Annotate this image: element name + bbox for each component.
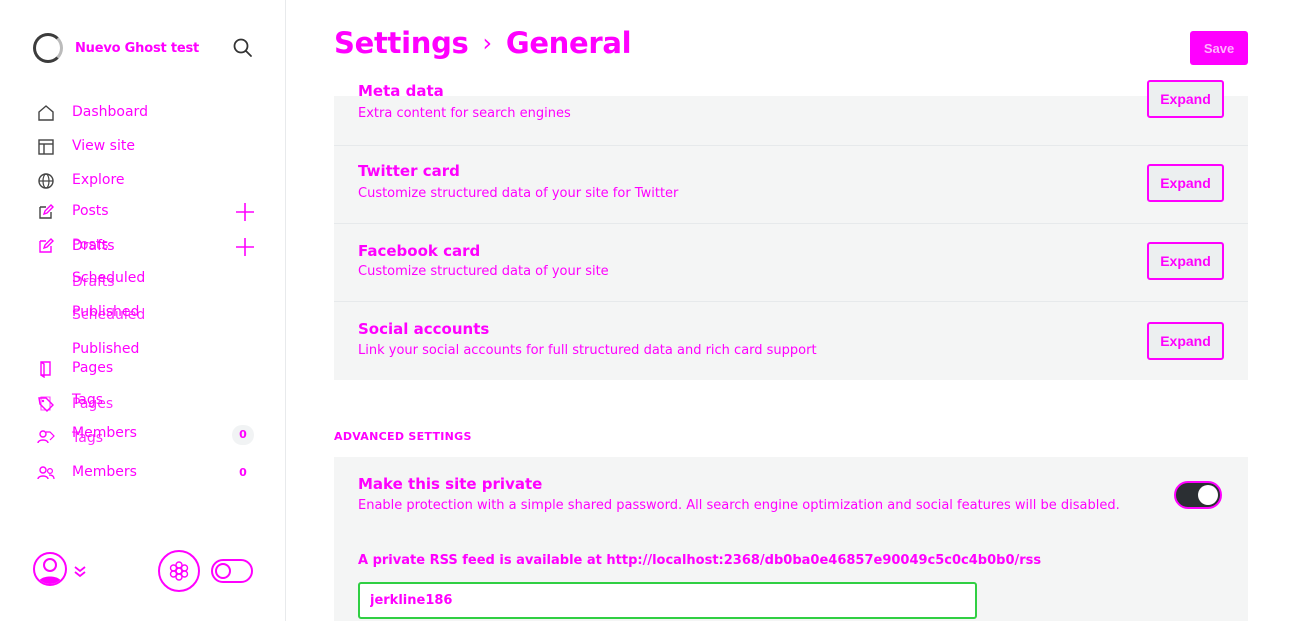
sidebar: Nuevo Ghost test Dashboard View site Exp… bbox=[0, 0, 286, 621]
nav-label: Posts bbox=[72, 203, 109, 219]
members-count-badge: 0 bbox=[232, 425, 254, 445]
breadcrumb-settings[interactable]: Settings bbox=[334, 26, 469, 60]
row-title: Facebook card bbox=[358, 242, 481, 260]
nav-explore[interactable]: Explore bbox=[36, 169, 125, 193]
members-count: 0 bbox=[239, 466, 247, 479]
row-desc: Customize structured data of your site f… bbox=[358, 186, 679, 201]
settings-panel: Meta data Extra content for search engin… bbox=[334, 80, 1248, 380]
nav-drafts-duplicate[interactable]: Drafts bbox=[72, 274, 115, 290]
row-title: Twitter card bbox=[358, 162, 460, 180]
night-mode-toggle[interactable] bbox=[211, 559, 253, 583]
row-twitter-card: Twitter card Customize structured data o… bbox=[334, 146, 1248, 224]
row-social-accounts: Social accounts Link your social account… bbox=[334, 302, 1248, 380]
nav-members[interactable]: Members bbox=[36, 461, 137, 485]
toggle-knob bbox=[1198, 485, 1218, 505]
row-title: Meta data bbox=[358, 82, 444, 100]
home-icon bbox=[36, 103, 56, 123]
nav-pages[interactable]: Pages bbox=[36, 357, 113, 381]
pages-icon bbox=[36, 359, 56, 379]
expand-button[interactable]: Expand bbox=[1147, 164, 1224, 202]
nav-label: Explore bbox=[72, 172, 125, 188]
nav-label: View site bbox=[72, 138, 135, 154]
private-desc: Enable protection with a simple shared p… bbox=[358, 498, 1120, 513]
toggle-knob bbox=[215, 563, 231, 579]
row-desc: Customize structured data of your site bbox=[358, 264, 609, 279]
nav-label: Dashboard bbox=[72, 104, 148, 120]
page-title: Settings › General bbox=[334, 26, 632, 60]
nav-label: Tags bbox=[72, 430, 103, 446]
expand-button[interactable]: Expand bbox=[1147, 322, 1224, 360]
nav-label: Members bbox=[72, 464, 137, 480]
chevron-down-icon[interactable] bbox=[72, 563, 88, 579]
user-avatar[interactable] bbox=[33, 552, 67, 586]
site-name: Nuevo Ghost test bbox=[75, 40, 200, 56]
expand-button[interactable]: Expand bbox=[1147, 80, 1224, 118]
new-post-plus-icon[interactable] bbox=[234, 236, 256, 258]
row-desc: Link your social accounts for full struc… bbox=[358, 343, 817, 358]
site-logo bbox=[33, 33, 63, 63]
expand-button[interactable]: Expand bbox=[1147, 242, 1224, 280]
nav-tags[interactable]: Tags Pages bbox=[36, 392, 113, 416]
row-meta-data: Meta data Extra content for search engin… bbox=[334, 80, 1248, 146]
browser-icon bbox=[36, 137, 56, 157]
edit-icon bbox=[36, 202, 56, 222]
tag-icon bbox=[36, 394, 56, 414]
edit-icon bbox=[36, 236, 56, 256]
row-title: Social accounts bbox=[358, 320, 490, 338]
nav-label: Pages bbox=[72, 396, 114, 412]
rss-feed-text: A private RSS feed is available at http:… bbox=[358, 553, 1042, 568]
nav-published[interactable]: Published bbox=[72, 341, 139, 357]
new-post-plus-icon[interactable] bbox=[234, 201, 256, 223]
nav-drafts[interactable]: Drafts bbox=[72, 238, 115, 254]
row-facebook-card: Facebook card Customize structured data … bbox=[334, 224, 1248, 302]
nav-label: Pages bbox=[72, 360, 114, 376]
nav-view-site[interactable]: View site bbox=[36, 135, 135, 159]
breadcrumb-general: General bbox=[505, 26, 632, 60]
nav-posts-duplicate[interactable]: Posts bbox=[36, 234, 109, 258]
site-password-input[interactable] bbox=[358, 582, 977, 619]
breadcrumb-separator: › bbox=[482, 29, 493, 57]
globe-icon bbox=[36, 171, 56, 191]
save-button[interactable]: Save bbox=[1190, 31, 1248, 65]
private-title: Make this site private bbox=[358, 475, 543, 493]
private-site-toggle[interactable] bbox=[1174, 481, 1222, 509]
row-desc: Extra content for search engines bbox=[358, 106, 571, 121]
nav-posts[interactable]: Posts bbox=[36, 200, 109, 224]
brand[interactable]: Nuevo Ghost test bbox=[33, 33, 199, 63]
main-content: Settings › General Save Meta data Extra … bbox=[287, 0, 1296, 621]
nav-scheduled-duplicate[interactable]: Scheduled bbox=[72, 307, 145, 323]
members-icon bbox=[36, 427, 56, 447]
flower-icon[interactable] bbox=[158, 550, 200, 592]
advanced-panel: Make this site private Enable protection… bbox=[334, 457, 1248, 621]
nav-members-duplicate[interactable]: Members Tags bbox=[36, 425, 137, 449]
members-icon bbox=[36, 463, 56, 483]
nav-dashboard[interactable]: Dashboard bbox=[36, 101, 148, 125]
search-icon[interactable] bbox=[232, 37, 254, 59]
section-heading: ADVANCED SETTINGS bbox=[334, 430, 472, 443]
